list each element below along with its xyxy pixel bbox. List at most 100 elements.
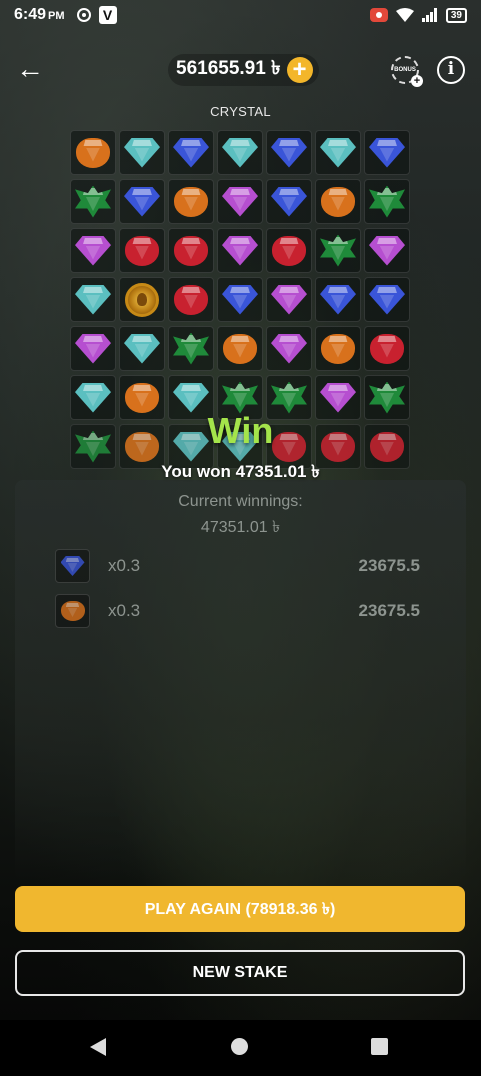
grid-cell (217, 179, 263, 224)
app-v-icon: V (98, 6, 117, 24)
orange-gem-icon (321, 186, 355, 217)
bonus-button[interactable]: BONUS (391, 56, 423, 87)
blue-gem-icon (271, 186, 307, 217)
row-amount: 23675.5 (358, 601, 420, 620)
winning-row: x0.3 23675.5 (55, 549, 420, 583)
row-gem-icon (55, 549, 90, 583)
grid-cell (217, 326, 263, 371)
row-amount: 23675.5 (358, 556, 420, 575)
cyan-gem-icon (320, 137, 356, 168)
red-gem-icon (174, 284, 208, 315)
purple-gem-icon (271, 333, 307, 364)
grid-cell (266, 326, 312, 371)
green-gem-icon (222, 381, 258, 414)
grid-cell (315, 130, 361, 175)
results-panel: Current winnings: 47351.01 ৳ x0.3 23675.… (15, 480, 466, 880)
signal-icon (421, 8, 437, 22)
grid-cell (315, 228, 361, 273)
blue-gem-icon (369, 137, 405, 168)
green-gem-icon (369, 381, 405, 414)
orange-gem-icon (60, 601, 85, 621)
win-title: Win (207, 410, 274, 451)
cyan-gem-icon (75, 382, 111, 413)
balance-value: 561655.91 ৳ (176, 58, 281, 79)
green-gem-icon (173, 332, 209, 365)
grid-cell (217, 130, 263, 175)
row-multiplier: x0.3 (108, 556, 141, 575)
grid-cell (217, 228, 263, 273)
purple-gem-icon (75, 333, 111, 364)
grid-cell (315, 277, 361, 322)
current-winnings-label: Current winnings: (178, 493, 303, 510)
gold-coin-icon (125, 282, 159, 317)
orange-gem-icon (174, 186, 208, 217)
winning-row: x0.3 23675.5 (55, 594, 420, 628)
blue-gem-icon (271, 137, 307, 168)
orange-gem-icon (76, 137, 110, 168)
win-amount: You won 47351.01 ৳ (161, 462, 320, 481)
blue-gem-icon (124, 186, 160, 217)
new-stake-button[interactable]: NEW STAKE (15, 950, 465, 996)
purple-gem-icon (320, 382, 356, 413)
grid-cell (364, 179, 410, 224)
cyan-gem-icon (173, 382, 209, 413)
green-gem-icon (320, 234, 356, 267)
screen-record-icon (369, 8, 388, 22)
grid-cell (70, 130, 116, 175)
grid-cell (119, 326, 165, 371)
grid-cell (364, 277, 410, 322)
nav-back-icon[interactable] (90, 1038, 106, 1056)
purple-gem-icon (369, 235, 405, 266)
grid-cell (119, 228, 165, 273)
nav-home-icon[interactable] (231, 1038, 248, 1055)
blue-gem-icon (173, 137, 209, 168)
purple-gem-icon (222, 186, 258, 217)
purple-gem-icon (271, 284, 307, 315)
add-funds-button[interactable]: + (286, 57, 313, 83)
grid-cell (266, 179, 312, 224)
info-icon[interactable]: i (437, 56, 465, 84)
row-multiplier: x0.3 (108, 601, 141, 620)
grid-cell (168, 228, 214, 273)
record-ring-icon (76, 8, 91, 22)
current-winnings-value: 47351.01 ৳ (200, 519, 281, 536)
grid-cell (168, 179, 214, 224)
red-gem-icon (370, 333, 404, 364)
status-right: 39 (369, 7, 467, 23)
red-gem-icon (125, 235, 159, 266)
grid-cell (70, 179, 116, 224)
cyan-gem-icon (75, 284, 111, 315)
grid-cell (119, 130, 165, 175)
green-gem-icon (369, 185, 405, 218)
back-arrow-icon[interactable]: ← (16, 55, 44, 84)
game-header: ← 561655.91 ৳ + BONUS i (0, 48, 481, 92)
grid-cell (315, 179, 361, 224)
play-again-button[interactable]: PLAY AGAIN (78918.36 ৳) (15, 886, 465, 932)
grid-cell (70, 326, 116, 371)
orange-gem-icon (223, 333, 257, 364)
grid-cell (168, 277, 214, 322)
grid-cell (70, 277, 116, 322)
blue-gem-icon (222, 284, 258, 315)
grid-cell (315, 326, 361, 371)
blue-gem-icon (369, 284, 405, 315)
nav-recents-icon[interactable] (371, 1038, 388, 1055)
cyan-gem-icon (222, 137, 258, 168)
grid-cell (266, 228, 312, 273)
status-time: 6:49 PM (14, 6, 65, 23)
red-gem-icon (272, 235, 306, 266)
grid-cell (168, 326, 214, 371)
grid-cell (266, 277, 312, 322)
blue-gem-icon (320, 284, 356, 315)
status-bar: 6:49 PM V 39 (0, 0, 481, 30)
grid-cell (364, 130, 410, 175)
grid-cell (364, 326, 410, 371)
wifi-icon (395, 8, 414, 22)
grid-cell (70, 228, 116, 273)
cyan-gem-icon (124, 333, 160, 364)
balance-pill: 561655.91 ৳ + (168, 54, 319, 86)
grid-cell (217, 277, 263, 322)
red-gem-icon (174, 235, 208, 266)
status-notification-icons: V (76, 6, 117, 24)
game-screen: 6:49PM V 39 ← 561655.91 ৳ + BONUS i CRYS… (0, 0, 481, 1076)
